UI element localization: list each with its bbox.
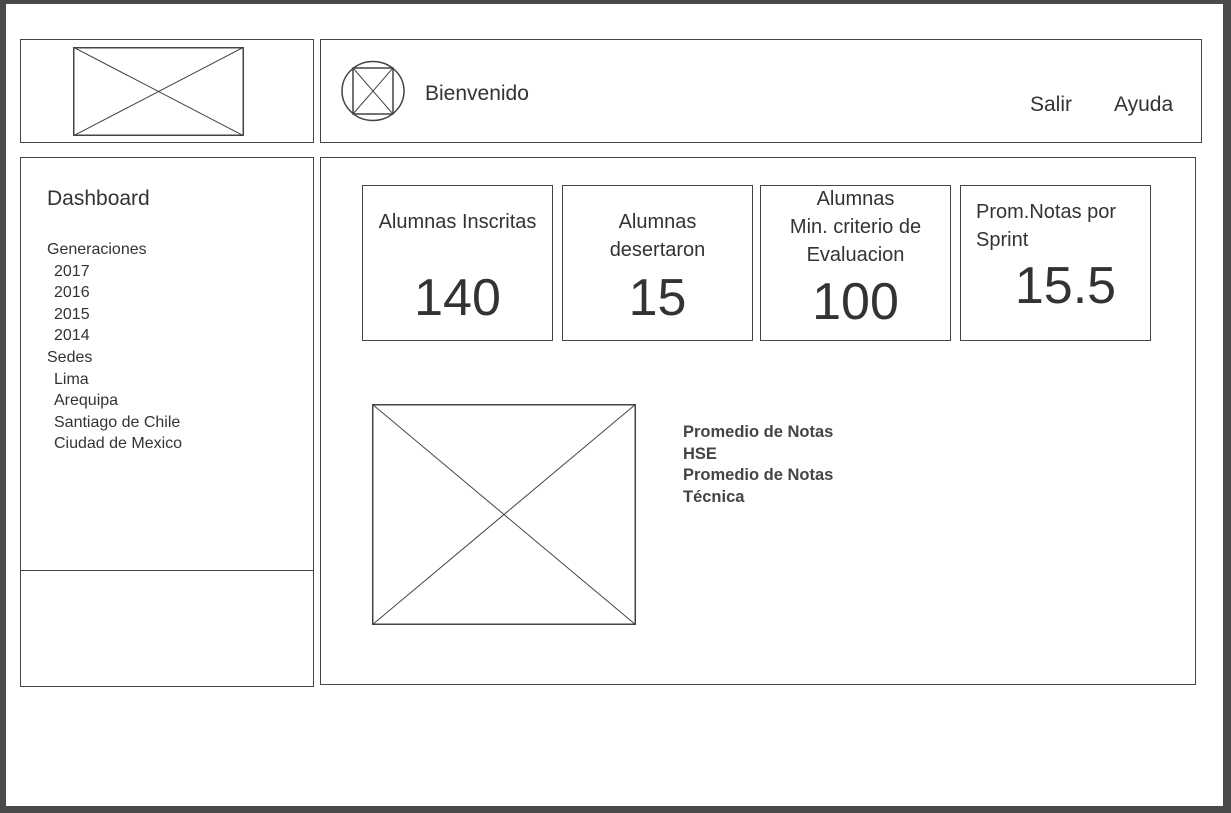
- kpi-label: Prom.Notas por Sprint: [976, 198, 1150, 254]
- sedes-heading[interactable]: Sedes: [47, 347, 182, 369]
- legend-item: HSE: [683, 444, 717, 463]
- sidebar-item-generation[interactable]: 2015: [47, 304, 147, 326]
- logo-image-placeholder-icon[interactable]: [73, 47, 244, 136]
- sidebar: Dashboard Generaciones 2017 2016 2015 20…: [20, 157, 314, 687]
- kpi-value: 15.5: [1014, 257, 1117, 315]
- sidebar-item-generation[interactable]: 2017: [47, 261, 147, 283]
- kpi-label-line: desertaron: [609, 239, 706, 261]
- kpi-value: 15: [628, 269, 687, 327]
- logout-link[interactable]: Salir: [1030, 93, 1072, 117]
- kpi-value: 100: [812, 273, 899, 331]
- kpi-label-line: Prom.Notas por: [976, 201, 1117, 223]
- sidebar-item-sede[interactable]: Lima: [47, 369, 182, 391]
- legend-item: Promedio de Notas: [683, 466, 834, 484]
- sidebar-item-sede[interactable]: Santiago de Chile: [47, 412, 182, 434]
- sidebar-item-sede[interactable]: Ciudad de Mexico: [47, 433, 182, 455]
- generations-list: Generaciones 2017 2016 2015 2014: [47, 239, 147, 347]
- kpi-label: Alumnas desertaron: [563, 208, 752, 264]
- sedes-list: Sedes Lima Arequipa Santiago de Chile Ci…: [47, 347, 182, 455]
- kpi-label-line: Alumnas Inscritas: [378, 211, 537, 233]
- kpi-label-line: Sprint: [976, 229, 1029, 251]
- sidebar-title-dashboard[interactable]: Dashboard: [47, 187, 150, 211]
- help-link[interactable]: Ayuda: [1114, 93, 1173, 117]
- legend-item: Técnica: [683, 487, 745, 506]
- kpi-card-dropouts[interactable]: Alumnas desertaron 15: [562, 185, 753, 341]
- legend-item: Promedio de Notas: [683, 423, 834, 441]
- kpi-label-line: Alumnas: [816, 188, 895, 210]
- chart-image-placeholder-icon[interactable]: [372, 404, 636, 625]
- kpi-label: Alumnas Inscritas: [363, 208, 552, 236]
- sidebar-item-generation[interactable]: 2014: [47, 325, 147, 347]
- header-bar: Bienvenido Salir Ayuda: [320, 39, 1202, 143]
- welcome-text: Bienvenido: [425, 82, 529, 105]
- kpi-card-avg-sprint[interactable]: Prom.Notas por Sprint 15.5: [960, 185, 1151, 341]
- user-avatar-icon[interactable]: [341, 60, 405, 122]
- kpi-label: Alumnas Min. criterio de Evaluacion: [761, 185, 950, 269]
- chart-legend: Promedio de Notas HSE Promedio de Notas …: [683, 422, 833, 508]
- kpi-label-line: Alumnas: [618, 211, 697, 233]
- kpi-label-line: Min. criterio de: [789, 216, 922, 238]
- main-panel: Alumnas Inscritas 140 Alumnas desertaron…: [320, 157, 1196, 685]
- sidebar-item-generation[interactable]: 2016: [47, 282, 147, 304]
- generations-heading[interactable]: Generaciones: [47, 239, 147, 261]
- kpi-card-min-criteria[interactable]: Alumnas Min. criterio de Evaluacion 100: [760, 185, 951, 341]
- kpi-card-enrolled[interactable]: Alumnas Inscritas 140: [362, 185, 553, 341]
- sidebar-item-sede[interactable]: Arequipa: [47, 390, 182, 412]
- sidebar-divider: [21, 570, 313, 571]
- wireframe-sheet: Bienvenido Salir Ayuda Dashboard Generac…: [6, 4, 1223, 806]
- logo-container: [20, 39, 314, 143]
- kpi-label-line: Evaluacion: [806, 244, 905, 266]
- kpi-value: 140: [414, 269, 501, 327]
